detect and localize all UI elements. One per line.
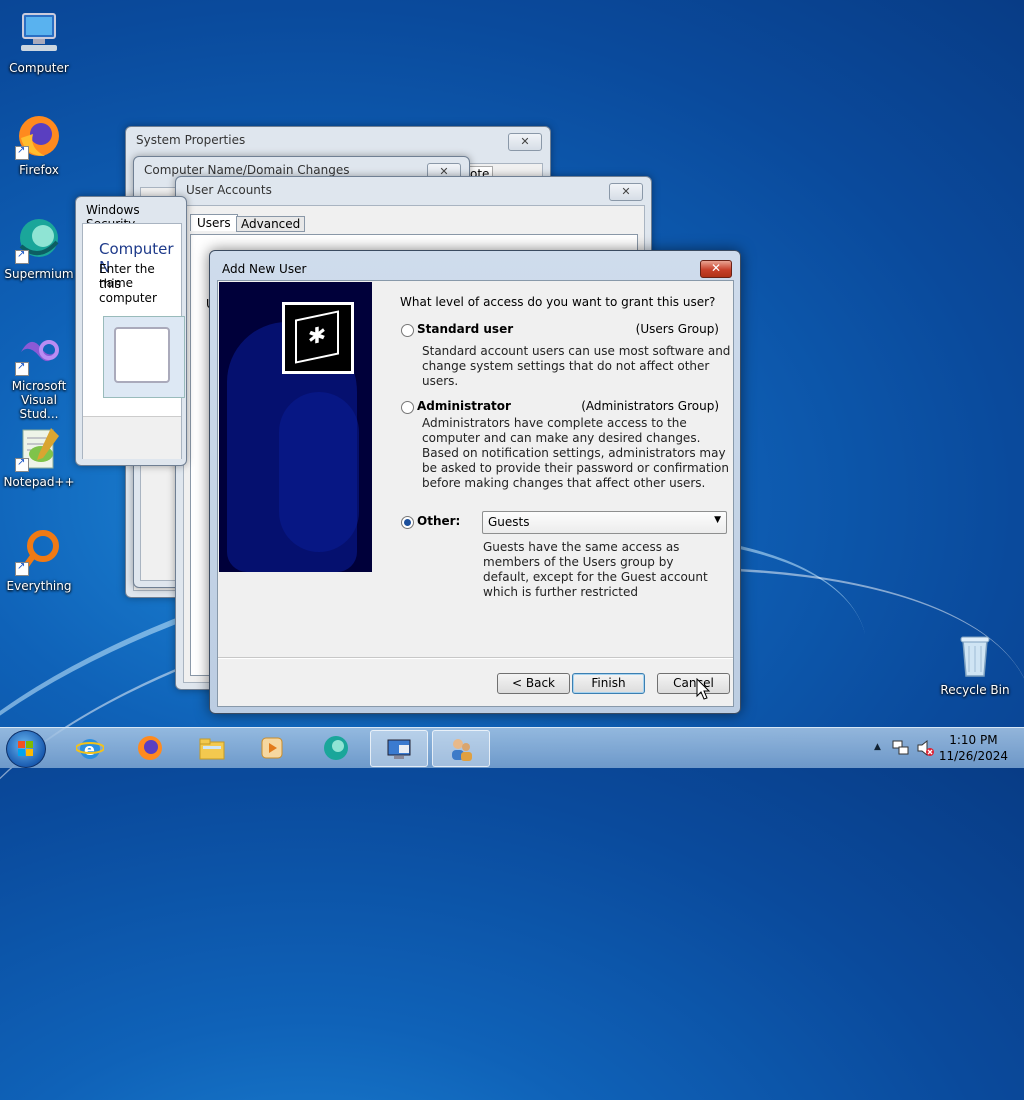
- desktop-icon-label: Notepad++: [3, 475, 75, 489]
- desktop-icon-supermium[interactable]: Supermium: [1, 216, 77, 281]
- taskbar-firefox[interactable]: [122, 730, 178, 765]
- window-title: System Properties: [136, 133, 246, 147]
- security-text: this computer: [99, 277, 157, 305]
- tab-advanced[interactable]: Advanced: [236, 216, 306, 232]
- firefox-icon: [15, 112, 63, 160]
- taskbar-media-player[interactable]: [244, 730, 300, 765]
- supermium-icon: [15, 216, 63, 264]
- window-title: Computer Name/Domain Changes: [144, 163, 350, 177]
- desktop-icon-notepadpp[interactable]: Notepad++: [1, 424, 77, 489]
- network-icon[interactable]: [892, 739, 910, 757]
- desktop-icon-label: Supermium: [4, 267, 74, 281]
- supermium-icon: [324, 736, 348, 760]
- system-properties-icon: [387, 739, 411, 759]
- desktop-icon-everything[interactable]: Everything: [1, 528, 77, 593]
- media-player-icon: [261, 737, 283, 759]
- administrator-radio[interactable]: [401, 401, 414, 414]
- finish-button[interactable]: Finish: [572, 673, 645, 694]
- internet-explorer-icon: e: [76, 739, 104, 759]
- standard-user-desc: Standard account users can use most soft…: [422, 344, 731, 388]
- window-title: User Accounts: [186, 183, 272, 197]
- user-tile-icon: [114, 327, 170, 383]
- file-explorer-icon: [199, 738, 225, 760]
- administrator-group: (Administrators Group): [581, 399, 719, 413]
- dialog-title: Add New User: [222, 262, 307, 276]
- other-desc: Guests have the same access as members o…: [483, 540, 708, 599]
- mouse-pointer-icon: [696, 678, 711, 700]
- taskbar: e ▲ 1:10 PM 11/26/2024: [0, 727, 1024, 768]
- clock-time: 1:10 PM: [949, 733, 998, 747]
- chevron-down-icon: ▼: [714, 515, 721, 525]
- desktop-icon-computer[interactable]: Computer: [1, 10, 77, 75]
- firefox-icon: [138, 736, 162, 760]
- desktop-icon-firefox[interactable]: Firefox: [1, 112, 77, 177]
- volume-muted-icon[interactable]: [916, 739, 934, 757]
- access-question: What level of access do you want to gran…: [400, 295, 716, 309]
- windows-flag-icon: [18, 741, 34, 757]
- notepadpp-icon: [15, 424, 63, 472]
- desktop-icon-visual-studio[interactable]: Microsoft Visual Stud...: [1, 328, 77, 421]
- window-client: Computer N Enter the name this computer: [82, 223, 185, 459]
- standard-user-group: (Users Group): [635, 322, 719, 336]
- visual-studio-icon: [15, 328, 63, 376]
- desktop-icon-label: Recycle Bin: [940, 683, 1010, 697]
- everything-icon: [15, 528, 63, 576]
- standard-user-label[interactable]: Standard user: [417, 322, 513, 336]
- desktop-icon-recycle-bin[interactable]: Recycle Bin: [937, 632, 1013, 697]
- credential-tile[interactable]: [103, 316, 185, 398]
- system-tray: ▲ 1:10 PM 11/26/2024: [864, 728, 1024, 768]
- add-new-user-dialog[interactable]: Add New User ✕ ✱ What level of access do…: [209, 250, 741, 714]
- group-select-value: Guests: [488, 515, 530, 529]
- desktop-icon-label: Firefox: [19, 163, 59, 177]
- user-accounts-icon: [452, 739, 472, 761]
- back-button[interactable]: < Back: [497, 673, 570, 694]
- close-button[interactable]: ✕: [508, 133, 542, 151]
- desktop-icon-label: Everything: [6, 579, 72, 593]
- security-footer: [83, 416, 181, 459]
- clock-date: 11/26/2024: [938, 749, 1008, 763]
- cancel-button[interactable]: Cancel: [657, 673, 730, 694]
- other-label[interactable]: Other:: [417, 514, 460, 528]
- group-select[interactable]: Guests ▼: [482, 511, 727, 534]
- desktop-icon-label: Computer: [9, 61, 69, 75]
- dialog-body: ✱ What level of access do you want to gr…: [217, 280, 734, 707]
- other-radio[interactable]: [401, 516, 414, 529]
- administrator-label[interactable]: Administrator: [417, 399, 511, 413]
- taskbar-supermium[interactable]: [308, 730, 364, 765]
- administrator-desc: Administrators have complete access to t…: [422, 416, 730, 490]
- computer-icon: [15, 10, 63, 58]
- clock[interactable]: 1:10 PM 11/26/2024: [939, 732, 1008, 764]
- close-button[interactable]: ✕: [609, 183, 643, 201]
- standard-user-radio[interactable]: [401, 324, 414, 337]
- start-button[interactable]: [6, 730, 46, 768]
- show-hidden-icons-icon[interactable]: ▲: [874, 742, 881, 752]
- recycle-bin-icon: [951, 632, 999, 680]
- separator: [218, 657, 733, 659]
- tab-users[interactable]: Users: [190, 214, 238, 231]
- close-button[interactable]: ✕: [700, 260, 732, 278]
- taskbar-file-explorer[interactable]: [184, 730, 240, 765]
- wizard-banner: ✱: [219, 282, 372, 572]
- taskbar-system-properties[interactable]: [370, 730, 428, 767]
- windows-security-window[interactable]: Windows Security Computer N Enter the na…: [75, 196, 187, 466]
- user-accounts-logo-icon: ✱: [282, 302, 354, 374]
- desktop-icon-label: Microsoft Visual Stud...: [11, 379, 67, 421]
- taskbar-user-accounts[interactable]: [432, 730, 490, 767]
- taskbar-internet-explorer[interactable]: e: [62, 730, 118, 765]
